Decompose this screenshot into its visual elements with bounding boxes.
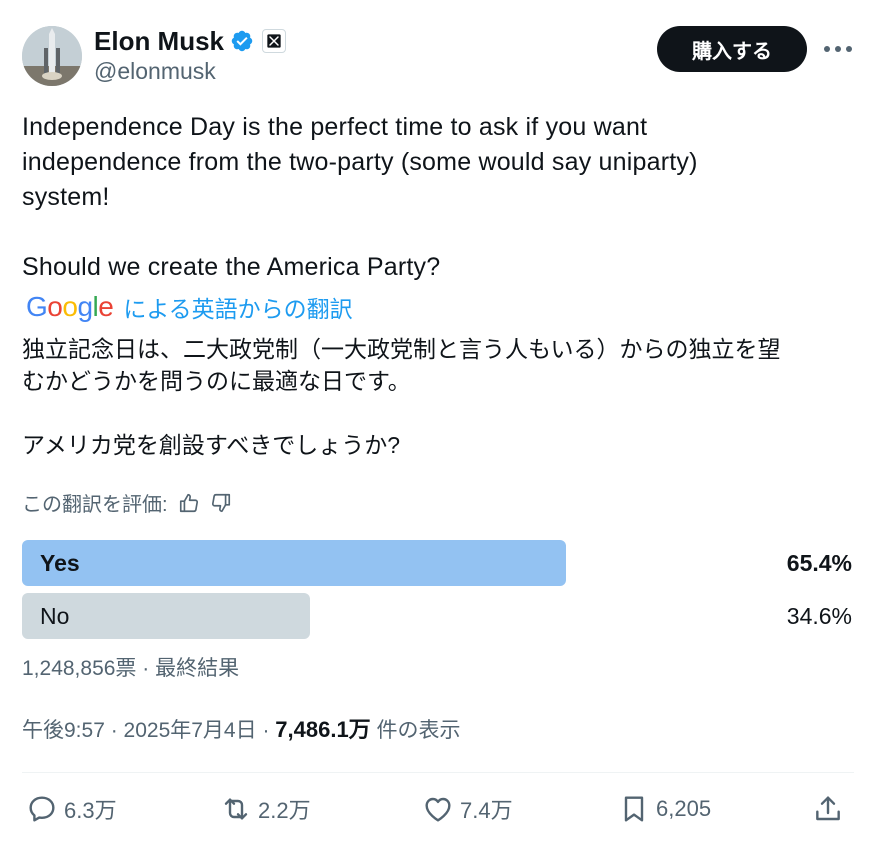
translated-text: 独立記念日は、二大政党制（一大政党制と言う人もいる）からの独立を望 むかどうかを…	[22, 336, 781, 458]
poll-option-no-percent: 34.6%	[786, 603, 852, 629]
repost-count: 2.2万	[258, 798, 311, 823]
author-handle[interactable]: @elonmusk	[94, 57, 216, 85]
avatar-image	[22, 26, 82, 86]
repost-button[interactable]: 2.2万	[220, 789, 311, 829]
author-name[interactable]: Elon Musk	[94, 26, 224, 56]
bookmark-count: 6,205	[656, 796, 712, 821]
avatar[interactable]	[22, 26, 82, 86]
thumbs-down-icon[interactable]	[210, 492, 232, 514]
more-icon[interactable]	[818, 32, 858, 66]
google-logo: Google	[26, 291, 114, 322]
x-logo-icon	[262, 29, 287, 53]
verified-badge-icon	[230, 29, 254, 53]
poll-option-no-label: No	[40, 603, 70, 629]
share-button[interactable]	[812, 789, 844, 829]
bookmark-button[interactable]: 6,205	[618, 789, 711, 829]
rate-translation-label: この翻訳を評価:	[22, 494, 168, 516]
tweet-timestamp: 午後9:57 · 2025年7月4日 · 7,486.1万 件の表示	[22, 715, 461, 746]
poll-option-yes-percent: 65.4%	[786, 550, 852, 576]
poll-summary: 1,248,856票 · 最終結果	[22, 657, 240, 680]
divider	[22, 772, 854, 773]
view-count-suffix: 件の表示	[370, 719, 461, 742]
like-button[interactable]: 7.4万	[422, 789, 513, 829]
bookmark-icon	[624, 796, 644, 822]
rate-translation: この翻訳を評価:	[22, 488, 232, 517]
like-icon	[425, 797, 451, 822]
share-icon	[816, 796, 840, 821]
like-count: 7.4万	[460, 798, 513, 823]
buy-button[interactable]: 購入する	[657, 26, 807, 72]
translation-link-label: による英語からの翻訳	[123, 296, 353, 322]
poll-option-yes-bar	[22, 540, 566, 586]
thumbs-up-icon[interactable]	[178, 492, 200, 514]
translation-source-link[interactable]: Google による英語からの翻訳	[26, 290, 353, 324]
reply-button[interactable]: 6.3万	[26, 789, 117, 829]
reply-count: 6.3万	[64, 798, 117, 823]
author-name-row[interactable]: Elon Musk	[94, 26, 287, 56]
poll-option-yes-label: Yes	[40, 550, 80, 576]
reply-icon	[29, 796, 55, 822]
tweet-text: Independence Day is the perfect time to …	[22, 113, 698, 281]
repost-icon	[224, 798, 248, 820]
view-count: 7,486.1万	[275, 717, 371, 742]
time-date[interactable]: 午後9:57 · 2025年7月4日 ·	[22, 719, 275, 742]
